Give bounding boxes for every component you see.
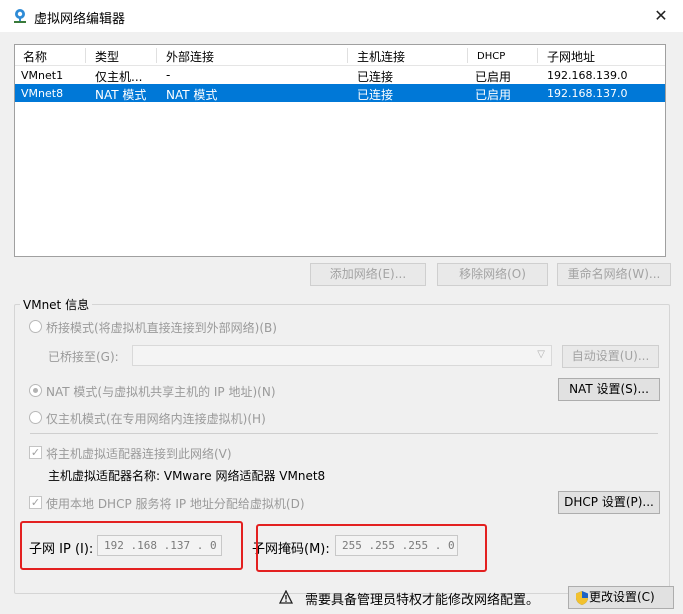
host-only-mode-label[interactable]: 仅主机模式(在专用网络内连接虚拟机)(H) — [46, 410, 266, 427]
table-row[interactable]: VMnet1 仅主机... - 已连接 已启用 192.168.139.0 — [15, 66, 665, 84]
use-local-dhcp-label[interactable]: 使用本地 DHCP 服务将 IP 地址分配给虚拟机(D) — [46, 495, 305, 512]
divider — [30, 433, 658, 434]
column-header-type[interactable]: 类型 — [95, 48, 119, 65]
column-header-name[interactable]: 名称 — [23, 48, 47, 65]
host-only-mode-radio[interactable] — [29, 411, 42, 424]
cell-subnet: 192.168.139.0 — [547, 69, 628, 82]
bridged-to-label: 已桥接至(G): — [48, 350, 119, 364]
cell-name: VMnet1 — [21, 69, 64, 82]
column-header-dhcp[interactable]: DHCP — [477, 51, 505, 62]
highlight-box-subnet-mask — [256, 524, 487, 572]
column-header-subnet[interactable]: 子网地址 — [547, 48, 595, 65]
vmnet-info-label: VMnet 信息 — [20, 296, 93, 313]
column-header-external[interactable]: 外部连接 — [166, 48, 214, 65]
bridge-mode-radio[interactable] — [29, 320, 42, 333]
use-local-dhcp-checkbox[interactable]: ✓ — [29, 496, 42, 509]
cell-dhcp: 已启用 — [475, 70, 512, 84]
bridge-mode-label[interactable]: 桥接模式(将虚拟机直接连接到外部网络)(B) — [46, 319, 277, 336]
cell-type: 仅主机... — [95, 70, 143, 84]
title-bar: 虚拟网络编辑器 ✕ — [0, 0, 683, 32]
dhcp-settings-button[interactable]: DHCP 设置(P)... — [558, 491, 660, 514]
admin-warning-text: 需要具备管理员特权才能修改网络配置。 — [305, 593, 540, 608]
highlight-box-subnet-ip — [20, 521, 243, 570]
cell-external: NAT 模式 — [166, 88, 218, 102]
cell-name: VMnet8 — [21, 87, 64, 100]
chevron-down-icon: ▽ — [537, 349, 545, 360]
nat-settings-button[interactable]: NAT 设置(S)... — [558, 378, 660, 401]
window-title: 虚拟网络编辑器 — [34, 12, 126, 27]
remove-network-button[interactable]: 移除网络(O) — [437, 263, 548, 286]
network-list[interactable]: 名称 类型 外部连接 主机连接 DHCP 子网地址 VMnet1 仅主机... … — [14, 44, 666, 257]
nat-mode-label[interactable]: NAT 模式(与虚拟机共享主机的 IP 地址)(N) — [46, 383, 276, 400]
warning-icon — [279, 590, 293, 604]
change-settings-label: 更改设置(C) — [589, 590, 655, 604]
cell-external: - — [166, 68, 171, 82]
cell-type: NAT 模式 — [95, 88, 147, 102]
column-header-host[interactable]: 主机连接 — [357, 48, 405, 65]
add-network-button[interactable]: 添加网络(E)... — [310, 263, 426, 286]
bridged-to-select[interactable]: ▽ — [132, 345, 552, 366]
auto-settings-button[interactable]: 自动设置(U)... — [562, 345, 659, 368]
cell-dhcp: 已启用 — [475, 88, 512, 102]
table-row-selected[interactable]: VMnet8 NAT 模式 NAT 模式 已连接 已启用 192.168.137… — [15, 84, 665, 102]
cell-subnet: 192.168.137.0 — [547, 87, 628, 100]
cell-host: 已连接 — [357, 88, 394, 102]
virtual-network-icon — [14, 9, 26, 23]
nat-mode-radio[interactable] — [29, 384, 42, 397]
close-icon[interactable]: ✕ — [649, 4, 673, 28]
rename-network-button[interactable]: 重命名网络(W)... — [557, 263, 671, 286]
cell-host: 已连接 — [357, 70, 394, 84]
host-adapter-name: 主机虚拟适配器名称: VMware 网络适配器 VMnet8 — [48, 469, 326, 483]
list-header: 名称 类型 外部连接 主机连接 DHCP 子网地址 — [15, 45, 665, 66]
connect-host-adapter-label[interactable]: 将主机虚拟适配器连接到此网络(V) — [46, 445, 232, 462]
connect-host-adapter-checkbox[interactable]: ✓ — [29, 446, 42, 459]
shield-icon — [576, 591, 588, 605]
